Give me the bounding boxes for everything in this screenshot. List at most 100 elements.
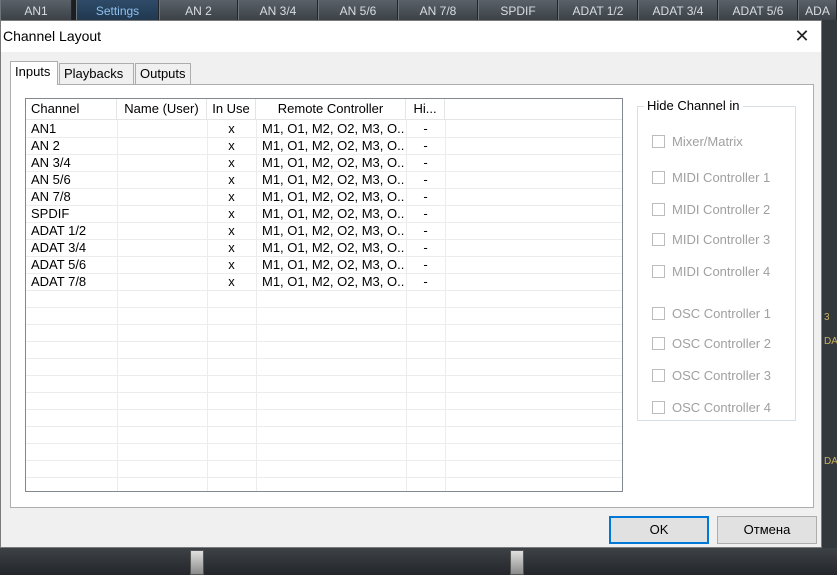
list-header: Channel Name (User) In Use Remote Contro…	[26, 99, 622, 120]
column-header-remote-controller[interactable]: Remote Controller	[256, 99, 406, 119]
checkbox-box[interactable]	[652, 265, 665, 278]
cell-channel: ADAT 5/6	[31, 257, 87, 272]
cell-name	[117, 222, 207, 239]
cell-hide: -	[423, 189, 428, 204]
table-row[interactable]: ADAT 3/4 x M1, O1, M2, O2, M3, O... -	[26, 239, 622, 256]
cell-hide: -	[423, 274, 428, 289]
cell-hide: -	[423, 257, 428, 272]
bg-fader-knob[interactable]	[510, 550, 524, 575]
cell-remote-controller: M1, O1, M2, O2, M3, O...	[262, 155, 404, 170]
grid-hline	[26, 324, 622, 325]
cell-in-use: x	[228, 155, 235, 170]
cell-in-use: x	[228, 257, 235, 272]
cell-remote-controller: M1, O1, M2, O2, M3, O...	[262, 172, 404, 187]
ok-button[interactable]: OK	[609, 516, 709, 544]
hide-channel-group: Hide Channel in Mixer/Matrix MIDI Control…	[637, 98, 796, 421]
cell-channel: AN1	[31, 121, 57, 136]
cell-channel: AN 2	[31, 138, 60, 153]
grid-hline	[26, 392, 622, 393]
checkbox-label: OSC Controller 3	[672, 368, 771, 383]
cell-hide: -	[423, 240, 428, 255]
close-icon[interactable]: ✕	[789, 24, 815, 48]
checkbox-box[interactable]	[652, 233, 665, 246]
channel-list[interactable]: Channel Name (User) In Use Remote Contro…	[25, 98, 623, 492]
checkbox-label: MIDI Controller 3	[672, 232, 771, 247]
cell-in-use: x	[228, 206, 235, 221]
bg-tab-adat12[interactable]: ADAT 1/2	[558, 0, 638, 20]
background-channel-tabs: AN1 Settings AN 2 AN 3/4 AN 5/6 AN 7/8 S…	[0, 0, 837, 20]
bg-tab-an78[interactable]: AN 7/8	[398, 0, 478, 20]
table-row[interactable]: AN 3/4 x M1, O1, M2, O2, M3, O... -	[26, 154, 622, 171]
group-title: Hide Channel in	[644, 98, 743, 113]
tab-outputs[interactable]: Outputs	[135, 63, 191, 84]
background-fader-bar	[0, 548, 837, 575]
checkbox-box[interactable]	[652, 171, 665, 184]
table-row[interactable]: ADAT 1/2 x M1, O1, M2, O2, M3, O... -	[26, 222, 622, 239]
checkbox-box[interactable]	[652, 135, 665, 148]
cell-name	[117, 171, 207, 188]
checkbox-box[interactable]	[652, 337, 665, 350]
checkbox-label: OSC Controller 2	[672, 336, 771, 351]
bg-tab-spdif[interactable]: SPDIF	[478, 0, 558, 20]
bg-tab-an2[interactable]: AN 2	[159, 0, 238, 20]
bg-mark: 3	[824, 312, 830, 323]
grid-hline	[26, 290, 622, 291]
column-header-hide[interactable]: Hi...	[406, 99, 445, 119]
checkbox-label: MIDI Controller 1	[672, 170, 771, 185]
grid-hline	[26, 358, 622, 359]
table-row[interactable]: AN 7/8 x M1, O1, M2, O2, M3, O... -	[26, 188, 622, 205]
cell-remote-controller: M1, O1, M2, O2, M3, O...	[262, 240, 404, 255]
cell-in-use: x	[228, 189, 235, 204]
cell-channel: SPDIF	[31, 206, 70, 221]
checkbox-box[interactable]	[652, 369, 665, 382]
cell-remote-controller: M1, O1, M2, O2, M3, O...	[262, 206, 404, 221]
cell-in-use: x	[228, 223, 235, 238]
cell-name	[117, 205, 207, 222]
bg-tab-settings[interactable]: Settings	[76, 0, 159, 20]
column-header-channel[interactable]: Channel	[26, 99, 117, 119]
bg-mark: DAT	[824, 336, 837, 347]
cell-in-use: x	[228, 274, 235, 289]
bg-fader-knob[interactable]	[190, 550, 204, 575]
cell-name	[117, 239, 207, 256]
cell-hide: -	[423, 155, 428, 170]
cancel-button[interactable]: Отмена	[717, 516, 817, 544]
checkbox-label: MIDI Controller 4	[672, 264, 771, 279]
cell-channel: AN 3/4	[31, 155, 71, 170]
table-row[interactable]: ADAT 7/8 x M1, O1, M2, O2, M3, O... -	[26, 273, 622, 290]
table-row[interactable]: AN 2 x M1, O1, M2, O2, M3, O... -	[26, 137, 622, 154]
dialog-titlebar[interactable]: Channel Layout ✕	[1, 21, 821, 52]
bg-tab-an34[interactable]: AN 3/4	[238, 0, 318, 20]
grid-hline	[26, 409, 622, 410]
checkbox-label: OSC Controller 1	[672, 306, 771, 321]
cell-remote-controller: M1, O1, M2, O2, M3, O...	[262, 189, 404, 204]
table-row[interactable]: AN 5/6 x M1, O1, M2, O2, M3, O... -	[26, 171, 622, 188]
cell-remote-controller: M1, O1, M2, O2, M3, O...	[262, 274, 404, 289]
checkbox-box[interactable]	[652, 401, 665, 414]
bg-tab-adat56[interactable]: ADAT 5/6	[718, 0, 798, 20]
cell-hide: -	[423, 172, 428, 187]
bg-tab-adat34[interactable]: ADAT 3/4	[638, 0, 718, 20]
tab-inputs[interactable]: Inputs	[10, 61, 58, 85]
channel-layout-dialog: Channel Layout ✕ Inputs Playbacks Output…	[0, 20, 822, 548]
cell-hide: -	[423, 138, 428, 153]
bg-tab-an1[interactable]: AN1	[0, 0, 72, 20]
cell-remote-controller: M1, O1, M2, O2, M3, O...	[262, 121, 404, 136]
column-header-in-use[interactable]: In Use	[207, 99, 256, 119]
cell-channel: ADAT 7/8	[31, 274, 87, 289]
bg-tab-an56[interactable]: AN 5/6	[318, 0, 398, 20]
tab-playbacks[interactable]: Playbacks	[59, 63, 134, 84]
bg-tab-ada[interactable]: ADA	[798, 0, 837, 20]
checkbox-label: Mixer/Matrix	[672, 134, 743, 149]
table-row[interactable]: AN1 x M1, O1, M2, O2, M3, O... -	[26, 120, 622, 137]
cell-channel: AN 5/6	[31, 172, 71, 187]
table-row[interactable]: ADAT 5/6 x M1, O1, M2, O2, M3, O... -	[26, 256, 622, 273]
cell-hide: -	[423, 206, 428, 221]
checkbox-label: OSC Controller 4	[672, 400, 771, 415]
table-row[interactable]: SPDIF x M1, O1, M2, O2, M3, O... -	[26, 205, 622, 222]
cell-channel: ADAT 1/2	[31, 223, 87, 238]
cell-remote-controller: M1, O1, M2, O2, M3, O...	[262, 257, 404, 272]
checkbox-box[interactable]	[652, 203, 665, 216]
column-header-name[interactable]: Name (User)	[117, 99, 207, 119]
checkbox-box[interactable]	[652, 307, 665, 320]
